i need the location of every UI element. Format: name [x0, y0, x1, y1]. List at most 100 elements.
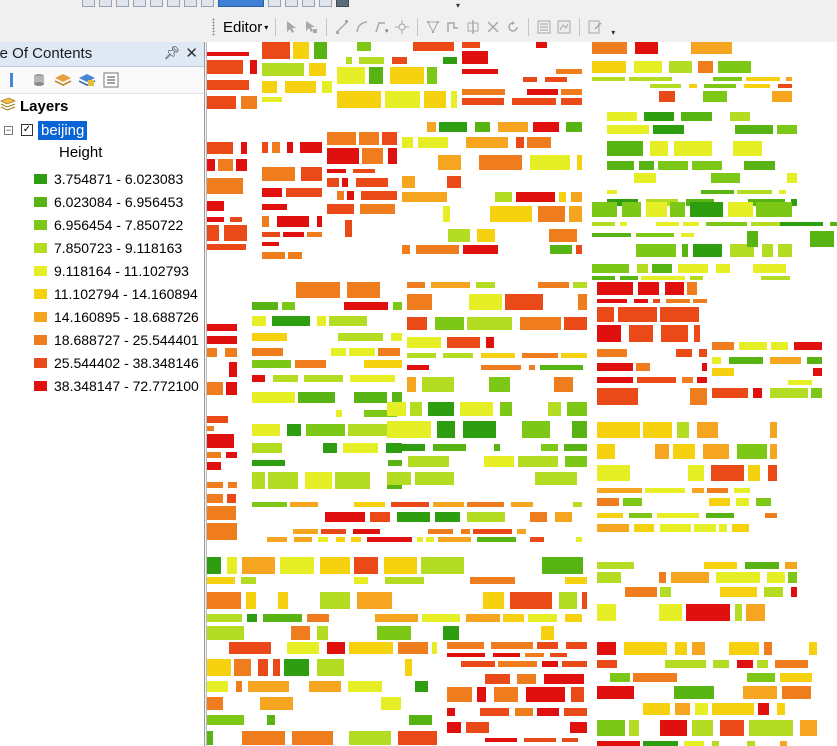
building-footprint[interactable]	[678, 264, 708, 273]
building-footprint[interactable]	[794, 342, 822, 350]
building-footprint[interactable]	[252, 460, 285, 466]
building-footprint[interactable]	[402, 192, 447, 202]
building-footprint[interactable]	[475, 122, 490, 132]
building-footprint[interactable]	[669, 61, 692, 73]
building-footprint[interactable]	[597, 325, 621, 342]
map-scale-box[interactable]	[218, 0, 264, 7]
building-footprint[interactable]	[207, 142, 233, 154]
building-footprint[interactable]	[786, 77, 792, 81]
building-footprint[interactable]	[356, 178, 388, 187]
building-footprint[interactable]	[327, 148, 359, 164]
building-footprint[interactable]	[443, 206, 450, 222]
building-footprint[interactable]	[787, 173, 797, 183]
building-footprint[interactable]	[263, 614, 302, 622]
building-footprint[interactable]	[643, 422, 672, 438]
building-footprint[interactable]	[443, 57, 457, 64]
building-footprint[interactable]	[656, 222, 679, 226]
building-footprint[interactable]	[407, 294, 432, 310]
building-footprint[interactable]	[252, 502, 287, 507]
building-footprint[interactable]	[729, 357, 763, 364]
building-footprint[interactable]	[576, 537, 582, 542]
building-footprint[interactable]	[503, 614, 524, 622]
building-footprint[interactable]	[830, 222, 837, 226]
building-footprint[interactable]	[337, 91, 381, 108]
building-footprint[interactable]	[351, 537, 361, 542]
building-footprint[interactable]	[207, 201, 224, 211]
list-by-selection-icon[interactable]	[78, 71, 96, 89]
building-footprint[interactable]	[597, 363, 633, 371]
building-footprint[interactable]	[447, 708, 455, 716]
building-footprint[interactable]	[207, 244, 246, 250]
building-footprint[interactable]	[331, 348, 346, 356]
building-footprint[interactable]	[597, 307, 614, 322]
building-footprint[interactable]	[545, 77, 567, 82]
building-footprint[interactable]	[344, 302, 388, 310]
building-footprint[interactable]	[322, 81, 332, 93]
building-footprint[interactable]	[207, 577, 235, 584]
building-footprint[interactable]	[711, 465, 744, 481]
building-footprint[interactable]	[431, 282, 470, 288]
building-footprint[interactable]	[387, 421, 431, 438]
legend-item[interactable]: 3.754871 - 6.023083	[34, 167, 205, 190]
building-footprint[interactable]	[463, 245, 498, 254]
building-footprint[interactable]	[293, 42, 309, 59]
building-footprint[interactable]	[433, 502, 464, 507]
building-footprint[interactable]	[469, 294, 502, 310]
building-footprint[interactable]	[407, 337, 441, 348]
collapse-icon[interactable]: −	[4, 125, 13, 135]
print-icon[interactable]	[133, 0, 146, 7]
building-footprint[interactable]	[597, 444, 615, 459]
building-footprint[interactable]	[713, 660, 729, 668]
building-footprint[interactable]	[426, 537, 434, 542]
legend-swatch[interactable]	[34, 196, 47, 207]
building-footprint[interactable]	[483, 592, 504, 609]
building-footprint[interactable]	[646, 202, 667, 217]
building-footprint[interactable]	[709, 498, 730, 506]
building-footprint[interactable]	[327, 178, 339, 187]
building-footprint[interactable]	[447, 337, 480, 348]
building-footprint[interactable]	[432, 642, 437, 654]
trace-tool-icon[interactable]	[392, 17, 412, 37]
building-footprint[interactable]	[592, 61, 626, 73]
building-footprint[interactable]	[350, 375, 395, 382]
building-footprint[interactable]	[771, 342, 788, 350]
building-footprint[interactable]	[224, 225, 247, 241]
legend-swatch[interactable]	[34, 311, 47, 322]
scale-dropdown-icon[interactable]	[268, 0, 281, 7]
legend-item[interactable]: 14.160895 - 18.688726	[34, 305, 205, 328]
new-document-icon[interactable]	[82, 0, 95, 7]
building-footprint[interactable]	[573, 502, 582, 507]
building-footprint[interactable]	[272, 142, 280, 153]
building-footprint[interactable]	[556, 69, 582, 74]
building-footprint[interactable]	[307, 232, 322, 237]
layer-visibility-checkbox[interactable]: ✓	[21, 124, 33, 136]
building-footprint[interactable]	[777, 703, 785, 715]
building-footprint[interactable]	[809, 642, 817, 655]
building-footprint[interactable]	[550, 245, 572, 254]
editor-toolbar-toggle-icon[interactable]	[285, 0, 298, 7]
building-footprint[interactable]	[520, 317, 561, 330]
building-footprint[interactable]	[207, 506, 236, 520]
building-footprint[interactable]	[694, 325, 700, 342]
building-footprint[interactable]	[607, 190, 617, 194]
building-footprint[interactable]	[267, 715, 275, 725]
building-footprint[interactable]	[756, 202, 792, 217]
building-footprint[interactable]	[262, 97, 282, 102]
building-footprint[interactable]	[704, 84, 736, 88]
building-footprint[interactable]	[226, 382, 237, 395]
building-footprint[interactable]	[653, 299, 660, 303]
building-footprint[interactable]	[320, 592, 350, 609]
building-footprint[interactable]	[480, 708, 509, 716]
building-footprint[interactable]	[252, 424, 280, 436]
building-footprint[interactable]	[250, 60, 257, 74]
building-footprint[interactable]	[207, 225, 219, 241]
building-footprint[interactable]	[682, 244, 688, 257]
legend-item[interactable]: 7.850723 - 9.118163	[34, 236, 205, 259]
building-footprint[interactable]	[528, 614, 557, 622]
building-footprint[interactable]	[481, 353, 515, 358]
building-footprint[interactable]	[207, 452, 221, 458]
building-footprint[interactable]	[660, 587, 671, 597]
building-footprint[interactable]	[777, 125, 797, 134]
building-footprint[interactable]	[387, 402, 406, 416]
building-footprint[interactable]	[262, 242, 279, 246]
